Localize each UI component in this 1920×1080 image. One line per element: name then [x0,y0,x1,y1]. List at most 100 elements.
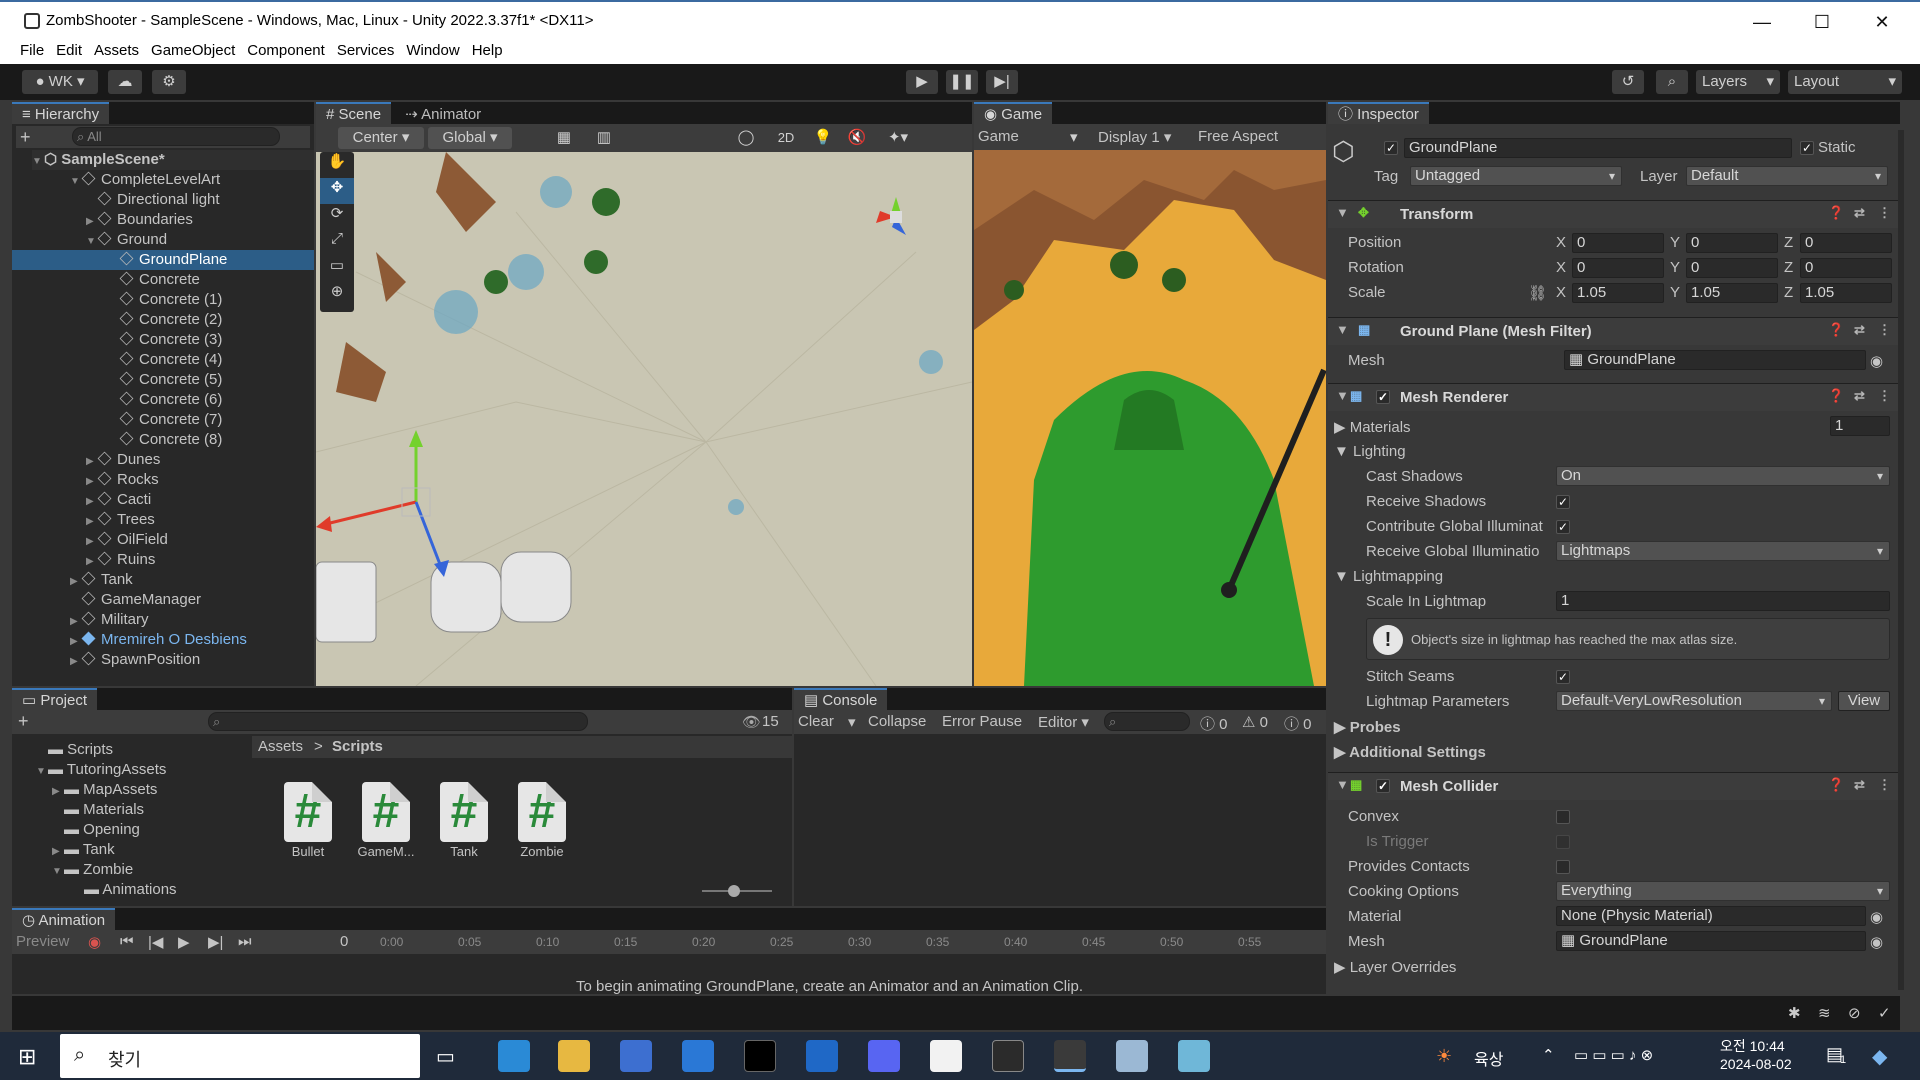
menu-component[interactable]: Component [241,41,331,60]
unity-hub-icon[interactable] [992,1040,1024,1072]
object-picker-icon[interactable]: ◉ [1870,352,1883,370]
close-button[interactable]: ✕ [1858,6,1906,38]
tab-console[interactable]: ▤ Console [794,688,888,710]
mesh-renderer-enabled-checkbox[interactable]: ✓ [1376,390,1390,404]
layers-dropdown[interactable]: Layers ▾ [1696,70,1780,94]
tag-dropdown[interactable]: Untagged [1410,166,1622,186]
position-z-input[interactable]: 0 [1800,233,1892,253]
more-icon[interactable]: ⋮ [1878,322,1891,338]
list-item[interactable]: ▶ Boundaries [86,210,193,230]
game-view-dropdown[interactable]: Game [978,128,1019,145]
audio-icon[interactable]: 🔇 [842,127,872,149]
layout-dropdown[interactable]: Layout ▾ [1788,70,1902,94]
pause-button[interactable]: ❚❚ [946,70,978,94]
hidden-packages-icon[interactable]: 👁 [742,713,761,731]
position-x-input[interactable]: 0 [1572,233,1664,253]
object-picker-icon[interactable]: ◉ [1870,933,1883,951]
network-status-icon[interactable]: ⊘ [1848,1004,1861,1022]
store-icon[interactable] [620,1040,652,1072]
edge-icon[interactable] [498,1040,530,1072]
static-checkbox[interactable]: ✓ [1800,141,1814,155]
object-name-field[interactable]: GroundPlane [1404,138,1792,158]
app-icon[interactable] [1178,1040,1210,1072]
windows-start-icon[interactable]: ⊞ [18,1044,36,1070]
grid-icon[interactable]: ▥ [586,127,622,149]
folder-item[interactable]: ▼ ▬ TutoringAssets [36,760,166,780]
collapse-button[interactable]: Collapse [868,713,926,730]
convex-checkbox[interactable] [1556,810,1570,824]
menu-help[interactable]: Help [466,41,509,60]
folder-item[interactable]: ▶ ▬ MapAssets [52,780,157,800]
scale-lightmap-input[interactable]: 1 [1556,591,1890,611]
unity-editor-icon[interactable] [1054,1040,1086,1072]
receive-shadows-checkbox[interactable]: ✓ [1556,495,1570,509]
clear-button[interactable]: Clear [798,713,834,730]
error-pause-button[interactable]: Error Pause [942,713,1022,730]
last-key-icon[interactable]: ⏭ [238,933,252,950]
clock-time[interactable]: 오전 10:44 [1720,1036,1785,1056]
lightmapping-foldout[interactable]: ▼ Lightmapping [1334,568,1443,585]
rect-tool-icon[interactable]: ▭ [320,256,354,282]
scale-y-input[interactable]: 1.05 [1686,283,1778,303]
probes-foldout[interactable]: ▶ Probes [1334,718,1401,736]
scale-x-input[interactable]: 1.05 [1572,283,1664,303]
list-item[interactable]: ▶ Cacti [86,490,151,510]
preset-icon[interactable]: ⇄ [1854,388,1865,404]
next-key-icon[interactable]: ▶| [208,933,223,951]
menu-file[interactable]: File [14,41,50,60]
prev-key-icon[interactable]: |◀ [148,933,163,951]
stitch-seams-checkbox[interactable]: ✓ [1556,670,1570,684]
grid-snap-icon[interactable]: ▦ [546,127,582,149]
mail-icon[interactable] [682,1040,714,1072]
frame-input[interactable]: 0 [340,933,348,950]
cloud-icon[interactable]: ☁ [108,70,142,94]
account-dropdown[interactable]: ● WK ▾ [22,70,98,94]
materials-count-input[interactable]: 1 [1830,416,1890,436]
hand-tool-icon[interactable]: ✋ [320,152,354,178]
discord-icon[interactable] [868,1040,900,1072]
collider-mesh-field[interactable]: ▦ GroundPlane [1556,931,1866,951]
tab-game[interactable]: ◉ Game [974,102,1053,124]
breadcrumb-scripts[interactable]: Scripts [332,738,383,755]
bug-icon[interactable]: ✱ [1788,1004,1801,1022]
list-item[interactable]: Concrete (7) [119,410,222,430]
help-icon[interactable]: ❓ [1828,777,1844,793]
receive-gi-dropdown[interactable]: Lightmaps [1556,541,1890,561]
scale-z-input[interactable]: 1.05 [1800,283,1892,303]
provides-contacts-checkbox[interactable] [1556,860,1570,874]
position-y-input[interactable]: 0 [1686,233,1778,253]
list-item-selected[interactable]: GroundPlane [12,250,314,270]
first-key-icon[interactable]: ⏮ [120,933,134,950]
scale-tool-icon[interactable]: ⤢ [320,230,354,256]
move-tool-icon[interactable]: ✥ [320,178,354,204]
rotation-z-input[interactable]: 0 [1800,258,1892,278]
tab-animator[interactable]: ⇢ Animator [395,102,492,124]
console-search-input[interactable]: ⌕ [1104,712,1190,731]
folder-item[interactable]: ▬ Animations [84,880,177,900]
wikipedia-icon[interactable] [930,1040,962,1072]
minimize-button[interactable]: — [1738,6,1786,38]
weather-text[interactable]: 육상 [1474,1046,1503,1070]
script-asset-icon[interactable]: # [284,782,332,842]
taskbar-search-box[interactable]: ⌕ 찾기 [60,1034,420,1078]
maximize-button[interactable]: ☐ [1798,6,1846,38]
search-icon[interactable]: ⌕ [1656,70,1688,94]
outlook-icon[interactable] [806,1040,838,1072]
task-view-icon[interactable]: ▭ [436,1044,455,1069]
list-item[interactable]: ▶ SpawnPosition [70,650,200,670]
chevron-down-icon[interactable]: ▾ [848,713,856,731]
preview-toggle[interactable]: Preview [16,933,69,950]
additional-settings-foldout[interactable]: ▶ Additional Settings [1334,743,1486,761]
add-icon[interactable]: + [18,711,29,732]
list-item[interactable]: ▶ Rocks [86,470,159,490]
list-item[interactable]: Concrete (6) [119,390,222,410]
more-icon[interactable]: ⋮ [1878,388,1891,404]
folder-item[interactable]: ▬ Scripts [48,740,113,760]
list-item[interactable]: ▶ Trees [86,510,155,530]
active-checkbox[interactable]: ✓ [1384,141,1398,155]
list-item[interactable]: Concrete (8) [119,430,222,450]
more-icon[interactable]: ⋮ [1878,205,1891,221]
layer-overrides-foldout[interactable]: ▶ Layer Overrides [1334,958,1456,976]
cast-shadows-dropdown[interactable]: On [1556,466,1890,486]
mesh-field[interactable]: ▦ GroundPlane [1564,350,1866,370]
